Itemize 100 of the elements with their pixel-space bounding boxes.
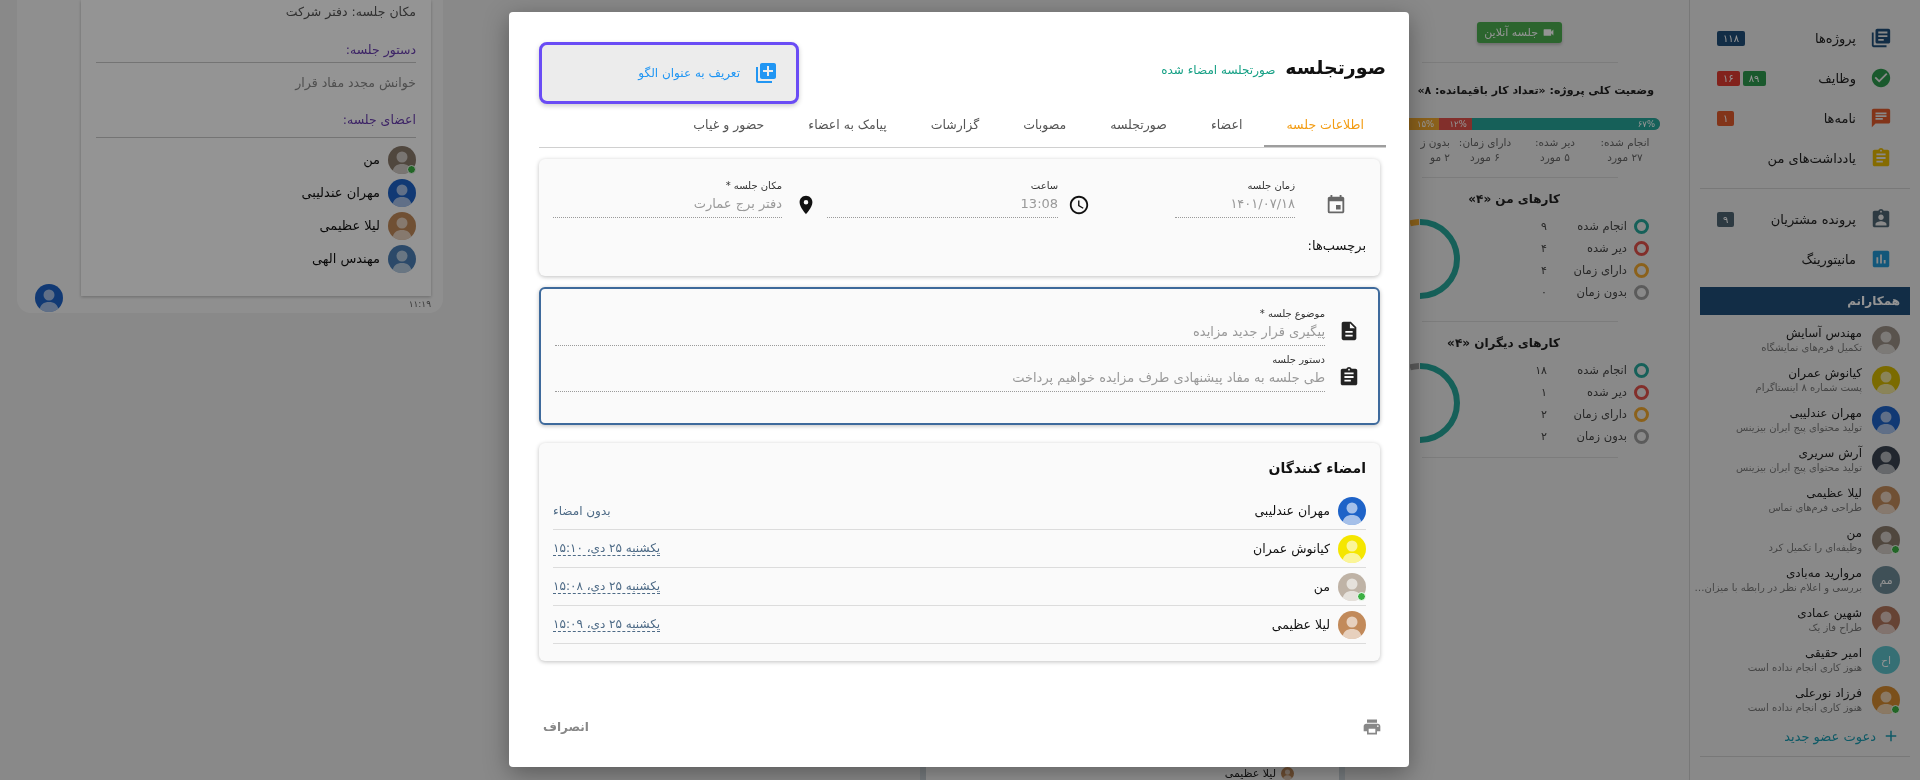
task-group-title: کارهای من «۴» — [1467, 192, 1560, 206]
colleague-activity: تولید محتوای پیج ایران بیزینس — [1736, 421, 1862, 435]
tab[interactable]: صورتجلسه — [1088, 104, 1189, 147]
nav-label: وظایف — [1818, 70, 1856, 86]
project-status-title: وضعیت کلی پروژه: «تعداد کار باقیمانده: ۸» — [1416, 84, 1654, 97]
agenda-text: خوانش مجدد مفاد قرار — [293, 74, 416, 93]
chat-icon — [1870, 107, 1892, 129]
nav-label: مانیتورینگ — [1801, 251, 1856, 267]
clipboard-icon — [1338, 366, 1360, 388]
tab[interactable]: حضور و غیاب — [671, 104, 787, 147]
count-badge: ۸۹ — [1742, 70, 1766, 86]
initials-avatar: مم — [1872, 566, 1900, 594]
video-camera-icon — [1542, 26, 1555, 39]
clock-icon — [1068, 194, 1091, 216]
legend-count: ۴ — [1541, 241, 1547, 255]
status-label: بدون ز — [1419, 135, 1450, 150]
colleague-name: مهندس آسایش — [1784, 325, 1862, 341]
location-text: مکان جلسه: دفتر شرکت — [284, 3, 416, 21]
nav-item[interactable]: نامه‌ها ۱ — [1690, 98, 1920, 138]
colleague-name: شهین عمادی — [1797, 605, 1862, 621]
member-name: مهندس الهی — [311, 251, 380, 266]
tags-label: برچسب‌ها: — [1306, 238, 1366, 253]
colleague-activity: بررسی و اعلام نظر در رابطه با میزان… — [1694, 581, 1862, 595]
member-name: لیلا عظیمی — [319, 218, 380, 233]
progress-segment: ۱۵% — [1409, 118, 1440, 130]
signers-title: امضاء کنندگان — [1267, 460, 1366, 478]
legend-label: انجام شده — [1576, 363, 1627, 377]
legend-label: بدون زمان — [1575, 285, 1627, 299]
members-heading: اعضای جلسه: — [341, 111, 416, 129]
initials-avatar: اح — [1872, 646, 1900, 674]
count-badge: ۹ — [1717, 211, 1735, 227]
tab[interactable]: پیامک به اعضاء — [786, 104, 909, 147]
signature-time: یکشنبه ۲۵ دی، ۱۵:۱۰ — [553, 541, 661, 556]
progress-segment: ۱۲% — [1439, 118, 1472, 130]
nav-item[interactable]: مانیتورینگ — [1690, 239, 1920, 279]
subject-field[interactable]: موضوع جلسه * پیگیری قرار جدید مزایده — [555, 306, 1325, 346]
legend-label: دیر شده — [1585, 241, 1627, 255]
member-name: من — [363, 152, 380, 167]
signature-time: یکشنبه ۲۵ دی، ۱۵:۰۸ — [553, 579, 661, 594]
colleagues-header: همکارانم — [1700, 287, 1910, 315]
online-dot — [407, 164, 416, 174]
count-badge: ۱ — [1717, 110, 1735, 126]
legend-count: ۲ — [1541, 429, 1547, 443]
bar-chart-icon — [1870, 248, 1892, 270]
add-stack-icon — [754, 61, 778, 85]
colleague-name: کیانوش عمران — [1787, 365, 1862, 381]
status-count: ۲۷ مورد — [1606, 150, 1644, 165]
status-count: ۶ مورد — [1469, 150, 1501, 165]
colleague-name: مهران عندلیبی — [1788, 405, 1862, 421]
tab[interactable]: اعضاء — [1188, 104, 1265, 147]
colleague-name: من — [1845, 525, 1862, 541]
agenda-heading: دستور جلسه: — [344, 41, 416, 60]
status-text: صورتجلسه امضاء شده — [1161, 63, 1276, 77]
tab[interactable]: گزارشات — [908, 104, 1002, 147]
nav-label: نامه‌ها — [1823, 110, 1856, 126]
nav-item[interactable]: وظایف ۸۹ ۱۶ — [1690, 58, 1920, 98]
nav-item[interactable]: پرونده مشتریان ۹ — [1690, 199, 1920, 239]
legend-label: انجام شده — [1576, 219, 1627, 233]
nav-label: پروژه‌ها — [1815, 30, 1856, 46]
nav-item[interactable]: پروژه‌ها ۱۱۸ — [1690, 18, 1920, 58]
colleague-activity: پست شماره ۸ اینستاگرام — [1755, 381, 1862, 395]
signer-name: کیانوش عمران — [1253, 541, 1330, 556]
member-name: مهران عندلیبی — [301, 185, 380, 200]
legend-count: ۰ — [1541, 285, 1547, 299]
legend-count: ۱ — [1541, 385, 1547, 399]
count-badge: ۱۱۸ — [1717, 30, 1746, 46]
tab[interactable]: مصوبات — [1001, 104, 1089, 147]
status-label: دارای زمان: — [1457, 135, 1513, 150]
date-field[interactable]: زمان جلسه ۱۴۰۱/۰۷/۱۸ — [1175, 178, 1295, 218]
status-label: دیر شده: — [1533, 135, 1577, 150]
signer-name: من — [1313, 579, 1330, 594]
colleague-name: امیر حقیقی — [1804, 645, 1862, 661]
legend-label: دارای زمان — [1572, 263, 1627, 277]
legend-count: ۹ — [1541, 219, 1547, 233]
contact-card-icon — [1870, 208, 1892, 230]
print-button[interactable] — [1362, 717, 1382, 737]
colleague-activity: طراح فاز یک — [1807, 621, 1862, 635]
status-count: ۲ مو — [1428, 150, 1450, 165]
legend-label: دیر شده — [1585, 385, 1627, 399]
nav-label: پرونده مشتریان — [1770, 211, 1856, 227]
clipboard-icon — [1870, 147, 1892, 169]
colleague-name: آرش سریری — [1797, 445, 1862, 461]
place-field[interactable]: مکان جلسه * دفتر برج عمارت — [553, 178, 783, 218]
legend-count: ۲ — [1541, 407, 1547, 421]
legend-count: ۴ — [1541, 263, 1547, 277]
nav-label: یادداشت‌های من — [1767, 150, 1856, 166]
signature-time: یکشنبه ۲۵ دی، ۱۵:۰۹ — [553, 617, 661, 632]
colleague-activity: تولید محتوای پیج ایران بیزینس — [1736, 461, 1862, 475]
cancel-button[interactable]: انصراف — [541, 716, 591, 738]
online-dot — [1891, 705, 1900, 714]
legend-label: دارای زمان — [1572, 407, 1627, 421]
count-badge: ۱۶ — [1717, 70, 1740, 86]
signature-status: بدون امضاء — [553, 503, 611, 518]
progress-segment: ۶۷% — [1471, 118, 1660, 130]
message-time: ۱۱:۱۹ — [407, 298, 431, 311]
calendar-icon — [1325, 194, 1347, 216]
book-stack-icon — [1870, 27, 1892, 49]
agenda-field[interactable]: دستور جلسه طی جلسه به مفاد پیشنهادی طرف مزایده خواهیم پرداخت — [555, 352, 1325, 392]
status-count: ۵ مورد — [1539, 150, 1571, 165]
nav-item[interactable]: یادداشت‌های من — [1690, 138, 1920, 178]
